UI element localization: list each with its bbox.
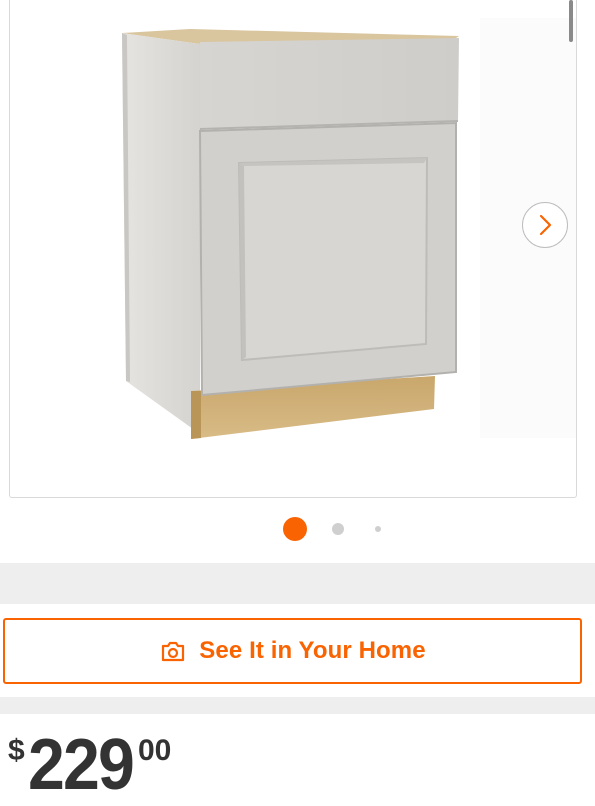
product-image-gallery[interactable] [9,0,577,498]
pagination-dot[interactable] [332,523,344,535]
gallery-scrollbar[interactable] [569,0,573,42]
see-it-in-your-home-button[interactable]: See It in Your Home [3,618,582,684]
section-divider [0,563,595,604]
chevron-right-icon [539,214,552,236]
cta-label: See It in Your Home [199,637,426,664]
price-dollars: 229 [28,725,135,805]
pagination-dot-active[interactable] [283,517,307,541]
gallery-pagination [0,516,595,542]
next-image-button[interactable] [522,202,568,248]
cabinet-image [122,18,576,439]
pagination-dot[interactable] [375,526,381,532]
section-divider [0,697,595,714]
camera-icon [162,641,185,662]
price-currency: $ [8,734,25,767]
price-cents: 00 [138,734,172,767]
